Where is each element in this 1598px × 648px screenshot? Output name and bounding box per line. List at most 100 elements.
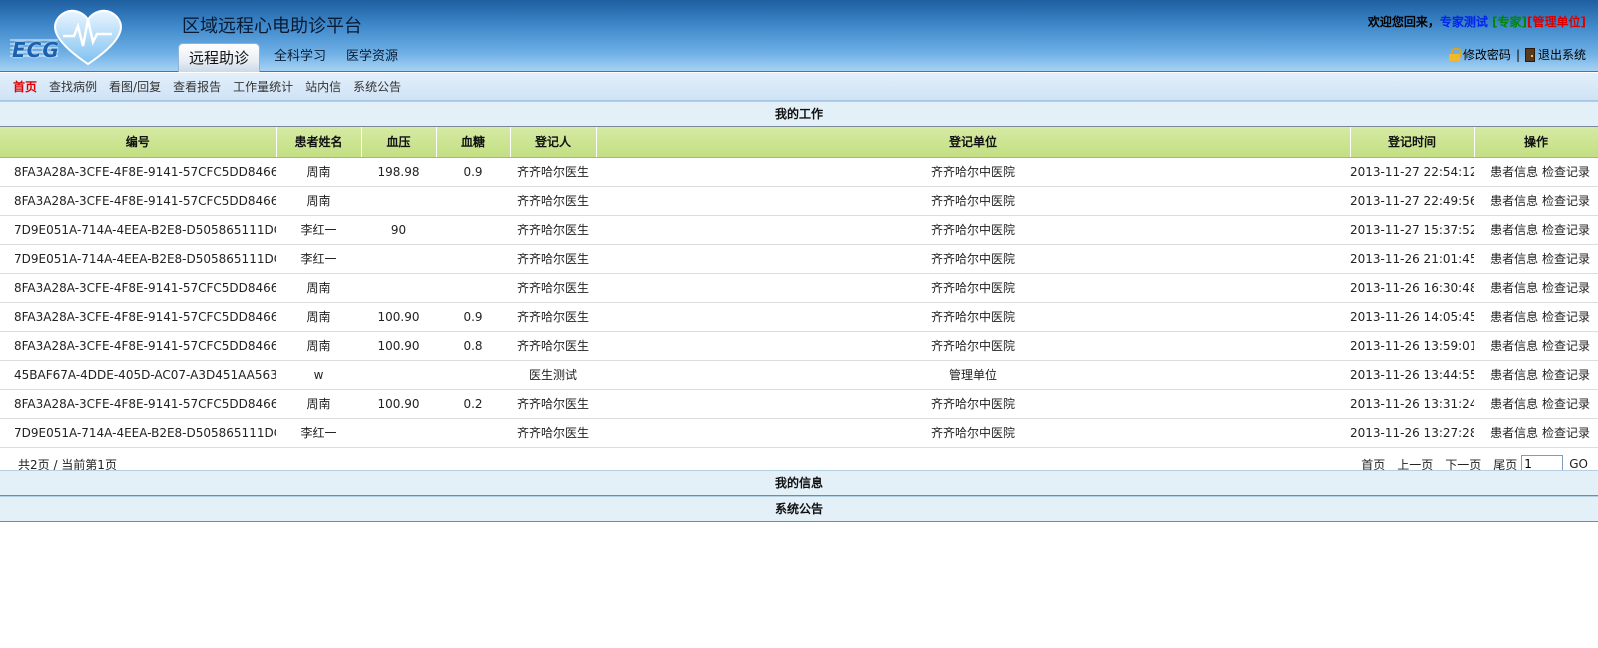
subnav-view-reports[interactable]: 查看报告 — [173, 78, 221, 95]
cell-registration-time: 2013-11-26 16:30:48 — [1350, 273, 1474, 303]
cell-registration-unit: 齐齐哈尔中医院 — [596, 215, 1350, 245]
cell-patient-name: 李红一 — [276, 244, 361, 274]
user-name-link[interactable]: 专家测试 — [1440, 15, 1488, 29]
tab-medical-resources[interactable]: 医学资源 — [336, 43, 408, 71]
cell-registrar: 齐齐哈尔医生 — [510, 418, 596, 448]
patient-info-link[interactable]: 患者信息 — [1490, 310, 1538, 324]
cell-patient-name: 周南 — [276, 157, 361, 187]
cell-operations: 患者信息 检查记录 — [1474, 215, 1598, 245]
exam-record-link[interactable]: 检查记录 — [1542, 223, 1590, 237]
cell-registrar: 齐齐哈尔医生 — [510, 331, 596, 361]
cell-patient-name: 周南 — [276, 273, 361, 303]
cell-id: 8FA3A28A-3CFE-4F8E-9141-57CFC5DD8466 — [0, 389, 276, 419]
table-row: 7D9E051A-714A-4EEA-B2E8-D505865111DC 李红一 9… — [0, 215, 1598, 245]
section-my-info[interactable]: 我的信息 — [0, 470, 1598, 496]
cell-blood-sugar — [436, 273, 510, 303]
cell-id: 7D9E051A-714A-4EEA-B2E8-D505865111DC — [0, 215, 276, 245]
cell-registration-unit: 齐齐哈尔中医院 — [596, 302, 1350, 332]
cell-blood-sugar: 0.2 — [436, 389, 510, 419]
cell-registration-time: 2013-11-26 13:31:24 — [1350, 389, 1474, 419]
cell-patient-name: 李红一 — [276, 418, 361, 448]
col-header-blood-sugar: 血糖 — [436, 127, 511, 158]
cell-patient-name: 周南 — [276, 302, 361, 332]
cell-registration-unit: 齐齐哈尔中医院 — [596, 273, 1350, 303]
cell-operations: 患者信息 检查记录 — [1474, 157, 1598, 187]
subnav-view-reply[interactable]: 看图/回复 — [109, 78, 161, 95]
cell-registration-unit: 齐齐哈尔中医院 — [596, 418, 1350, 448]
cell-operations: 患者信息 检查记录 — [1474, 244, 1598, 274]
pager-go-button[interactable]: GO — [1569, 457, 1588, 471]
patient-info-link[interactable]: 患者信息 — [1490, 194, 1538, 208]
lock-icon — [1448, 48, 1462, 61]
patient-info-link[interactable]: 患者信息 — [1490, 397, 1538, 411]
app-title: 区域远程心电助诊平台 — [182, 16, 362, 37]
cell-registration-time: 2013-11-26 21:01:45 — [1350, 244, 1474, 274]
exam-record-link[interactable]: 检查记录 — [1542, 252, 1590, 266]
exam-record-link[interactable]: 检查记录 — [1542, 165, 1590, 179]
exam-record-link[interactable]: 检查记录 — [1542, 368, 1590, 382]
cell-registrar: 齐齐哈尔医生 — [510, 244, 596, 274]
cell-patient-name: w — [276, 360, 361, 390]
col-header-registration-time: 登记时间 — [1350, 127, 1475, 158]
exam-record-link[interactable]: 检查记录 — [1542, 310, 1590, 324]
col-header-patient-name: 患者姓名 — [276, 127, 362, 158]
work-table-container: 编号 患者姓名 血压 血糖 登记人 登记单位 登记时间 操作 8FA3A28A-… — [0, 127, 1598, 448]
cell-id: 8FA3A28A-3CFE-4F8E-9141-57CFC5DD8466 — [0, 331, 276, 361]
cell-blood-pressure: 100.90 — [361, 302, 436, 332]
section-my-work[interactable]: 我的工作 — [0, 101, 1598, 127]
work-table-body: 8FA3A28A-3CFE-4F8E-9141-57CFC5DD8466 周南 19… — [0, 157, 1598, 448]
patient-info-link[interactable]: 患者信息 — [1490, 281, 1538, 295]
patient-info-link[interactable]: 患者信息 — [1490, 165, 1538, 179]
cell-id: 45BAF67A-4DDE-405D-AC07-A3D451AA563F — [0, 360, 276, 390]
cell-registration-unit: 齐齐哈尔中医院 — [596, 244, 1350, 274]
sub-navigation: 首页 查找病例 看图/回复 查看报告 工作量统计 站内信 系统公告 — [0, 73, 1598, 101]
exam-record-link[interactable]: 检查记录 — [1542, 339, 1590, 353]
patient-info-link[interactable]: 患者信息 — [1490, 426, 1538, 440]
logout-link[interactable]: 退出系统 — [1538, 46, 1586, 63]
cell-registrar: 齐齐哈尔医生 — [510, 273, 596, 303]
patient-info-link[interactable]: 患者信息 — [1490, 339, 1538, 353]
cell-patient-name: 周南 — [276, 389, 361, 419]
cell-blood-pressure — [361, 244, 436, 274]
table-row: 7D9E051A-714A-4EEA-B2E8-D505865111DC 李红一 齐… — [0, 244, 1598, 274]
cell-blood-pressure — [361, 360, 436, 390]
section-announcements[interactable]: 系统公告 — [0, 496, 1598, 522]
table-row: 45BAF67A-4DDE-405D-AC07-A3D451AA563F w 医生测… — [0, 360, 1598, 390]
cell-id: 8FA3A28A-3CFE-4F8E-9141-57CFC5DD8466 — [0, 186, 276, 216]
cell-registration-time: 2013-11-27 22:49:56 — [1350, 186, 1474, 216]
user-links: 修改密码 | 退出系统 — [1448, 46, 1586, 63]
cell-operations: 患者信息 检查记录 — [1474, 418, 1598, 448]
cell-operations: 患者信息 检查记录 — [1474, 331, 1598, 361]
exam-record-link[interactable]: 检查记录 — [1542, 426, 1590, 440]
table-row: 8FA3A28A-3CFE-4F8E-9141-57CFC5DD8466 周南 齐齐… — [0, 273, 1598, 303]
cell-blood-sugar — [436, 360, 510, 390]
exam-record-link[interactable]: 检查记录 — [1542, 281, 1590, 295]
cell-blood-pressure: 198.98 — [361, 157, 436, 187]
logo-text: ECG — [12, 38, 60, 62]
patient-info-link[interactable]: 患者信息 — [1490, 252, 1538, 266]
tab-remote-diagnosis[interactable]: 远程助诊 — [178, 43, 261, 72]
subnav-workload-stats[interactable]: 工作量统计 — [233, 78, 293, 95]
subnav-home[interactable]: 首页 — [13, 78, 37, 95]
user-role: [专家] — [1492, 15, 1528, 29]
subnav-find-cases[interactable]: 查找病例 — [49, 78, 97, 95]
col-header-operations: 操作 — [1474, 127, 1598, 158]
exam-record-link[interactable]: 检查记录 — [1542, 194, 1590, 208]
col-header-registration-unit: 登记单位 — [596, 127, 1351, 158]
tab-general-learning[interactable]: 全科学习 — [264, 43, 336, 71]
link-separator: | — [1515, 47, 1520, 62]
change-password-link[interactable]: 修改密码 — [1463, 46, 1511, 63]
cell-blood-pressure — [361, 418, 436, 448]
cell-blood-sugar — [436, 186, 510, 216]
table-header-row: 编号 患者姓名 血压 血糖 登记人 登记单位 登记时间 操作 — [0, 127, 1598, 158]
user-unit: [管理单位] — [1527, 15, 1586, 29]
patient-info-link[interactable]: 患者信息 — [1490, 368, 1538, 382]
table-row: 8FA3A28A-3CFE-4F8E-9141-57CFC5DD8466 周南 10… — [0, 302, 1598, 332]
cell-registration-unit: 管理单位 — [596, 360, 1350, 390]
exam-record-link[interactable]: 检查记录 — [1542, 397, 1590, 411]
subnav-announcements[interactable]: 系统公告 — [353, 78, 401, 95]
subnav-internal-mail[interactable]: 站内信 — [305, 78, 341, 95]
patient-info-link[interactable]: 患者信息 — [1490, 223, 1538, 237]
cell-registrar: 齐齐哈尔医生 — [510, 186, 596, 216]
cell-blood-pressure — [361, 186, 436, 216]
